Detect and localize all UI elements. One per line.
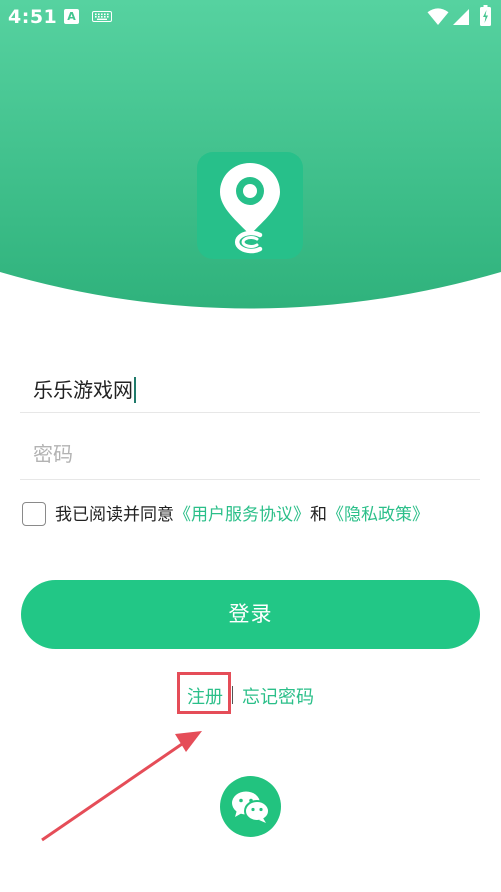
keyboard-icon bbox=[92, 11, 112, 22]
login-button[interactable]: 登录 bbox=[21, 580, 480, 649]
password-field[interactable] bbox=[20, 428, 480, 480]
agreement-text: 我已阅读并同意《用户服务协议》和《隐私政策》 bbox=[55, 500, 429, 525]
battery-charging-icon bbox=[480, 5, 491, 26]
agreement-prefix: 我已阅读并同意 bbox=[55, 505, 174, 525]
wifi-icon bbox=[427, 8, 449, 25]
text-cursor bbox=[134, 377, 136, 403]
wechat-login-button[interactable] bbox=[220, 776, 281, 837]
status-bar: 4:51 A bbox=[0, 0, 501, 36]
signal-icon bbox=[453, 9, 469, 25]
location-pin-logo-icon bbox=[220, 163, 280, 254]
forgot-password-link[interactable]: 忘记密码 bbox=[242, 683, 314, 709]
agreement-conjunction: 和 bbox=[310, 505, 327, 525]
privacy-policy-link[interactable]: 《隐私政策》 bbox=[327, 505, 429, 525]
username-field[interactable]: 乐乐游戏网 bbox=[20, 360, 480, 413]
link-divider bbox=[232, 686, 233, 704]
user-service-agreement-link[interactable]: 《用户服务协议》 bbox=[174, 505, 310, 525]
password-input[interactable] bbox=[33, 438, 463, 470]
a-notification-icon: A bbox=[64, 9, 79, 24]
app-logo bbox=[197, 152, 303, 259]
register-link[interactable]: 注册 bbox=[187, 683, 223, 709]
agreement-checkbox[interactable] bbox=[22, 502, 46, 526]
status-time: 4:51 bbox=[8, 6, 58, 28]
username-input-text[interactable]: 乐乐游戏网 bbox=[33, 374, 136, 403]
wechat-icon bbox=[232, 791, 270, 823]
